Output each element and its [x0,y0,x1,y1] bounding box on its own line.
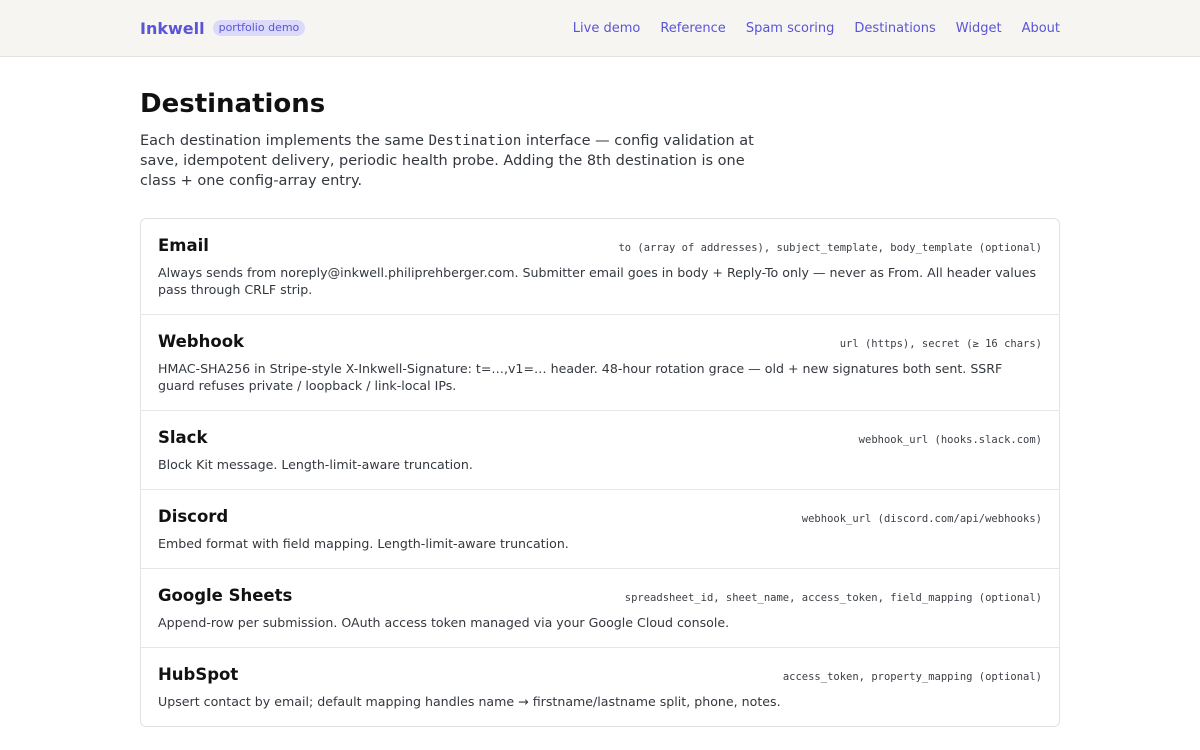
destination-config-fields: webhook_url (hooks.slack.com) [858,434,1042,446]
intro-paragraph: Each destination implements the same Des… [140,131,760,191]
destination-name: Slack [158,428,208,447]
destination-name: Webhook [158,332,245,351]
destination-row-google-sheets: Google Sheets spreadsheet_id, sheet_name… [141,568,1059,647]
destination-row-slack: Slack webhook_url (hooks.slack.com) Bloc… [141,410,1059,489]
interface-name-code: Destination [428,133,522,149]
main-nav: Live demo Reference Spam scoring Destina… [573,21,1060,36]
nav-link-destinations[interactable]: Destinations [854,21,935,36]
destination-config-fields: access_token, property_mapping (optional… [782,671,1042,683]
portfolio-demo-badge: portfolio demo [212,20,306,36]
destination-config-fields: to (array of addresses), subject_templat… [618,242,1042,254]
destination-name: Google Sheets [158,586,293,605]
nav-link-reference[interactable]: Reference [660,21,725,36]
intro-text-start: Each destination implements the same [140,133,429,149]
destination-config-fields: spreadsheet_id, sheet_name, access_token… [624,592,1042,604]
destination-name: HubSpot [158,665,239,684]
destination-description: Append-row per submission. OAuth access … [158,615,730,630]
nav-link-live-demo[interactable]: Live demo [573,21,641,36]
destination-description: Embed format with field mapping. Length-… [158,536,569,551]
destinations-list: Email to (array of addresses), subject_t… [140,218,1060,727]
destination-description: HMAC-SHA256 in Stripe-style X-Inkwell-Si… [158,361,1003,393]
destination-config-fields: url (https), secret (≥ 16 chars) [839,338,1042,350]
destination-name: Discord [158,507,229,526]
page-title: Destinations [140,89,326,119]
brand-logo-link[interactable]: Inkwell [140,19,205,38]
nav-link-widget[interactable]: Widget [956,21,1002,36]
destination-description: Upsert contact by email; default mapping… [158,694,781,709]
destination-row-email: Email to (array of addresses), subject_t… [141,219,1059,314]
destination-name: Email [158,236,209,255]
brand: Inkwell portfolio demo [140,19,306,38]
top-navigation-bar: Inkwell portfolio demo Live demo Referen… [0,0,1200,57]
nav-link-spam-scoring[interactable]: Spam scoring [746,21,835,36]
destination-description: Always sends from noreply@inkwell.philip… [158,265,1037,297]
main-content: Destinations Each destination implements… [0,89,1200,727]
destination-row-discord: Discord webhook_url (discord.com/api/web… [141,489,1059,568]
destination-config-fields: webhook_url (discord.com/api/webhooks) [801,513,1042,525]
nav-link-about[interactable]: About [1022,21,1060,36]
destination-row-hubspot: HubSpot access_token, property_mapping (… [141,647,1059,726]
destination-row-webhook: Webhook url (https), secret (≥ 16 chars)… [141,314,1059,410]
destination-description: Block Kit message. Length-limit-aware tr… [158,457,473,472]
